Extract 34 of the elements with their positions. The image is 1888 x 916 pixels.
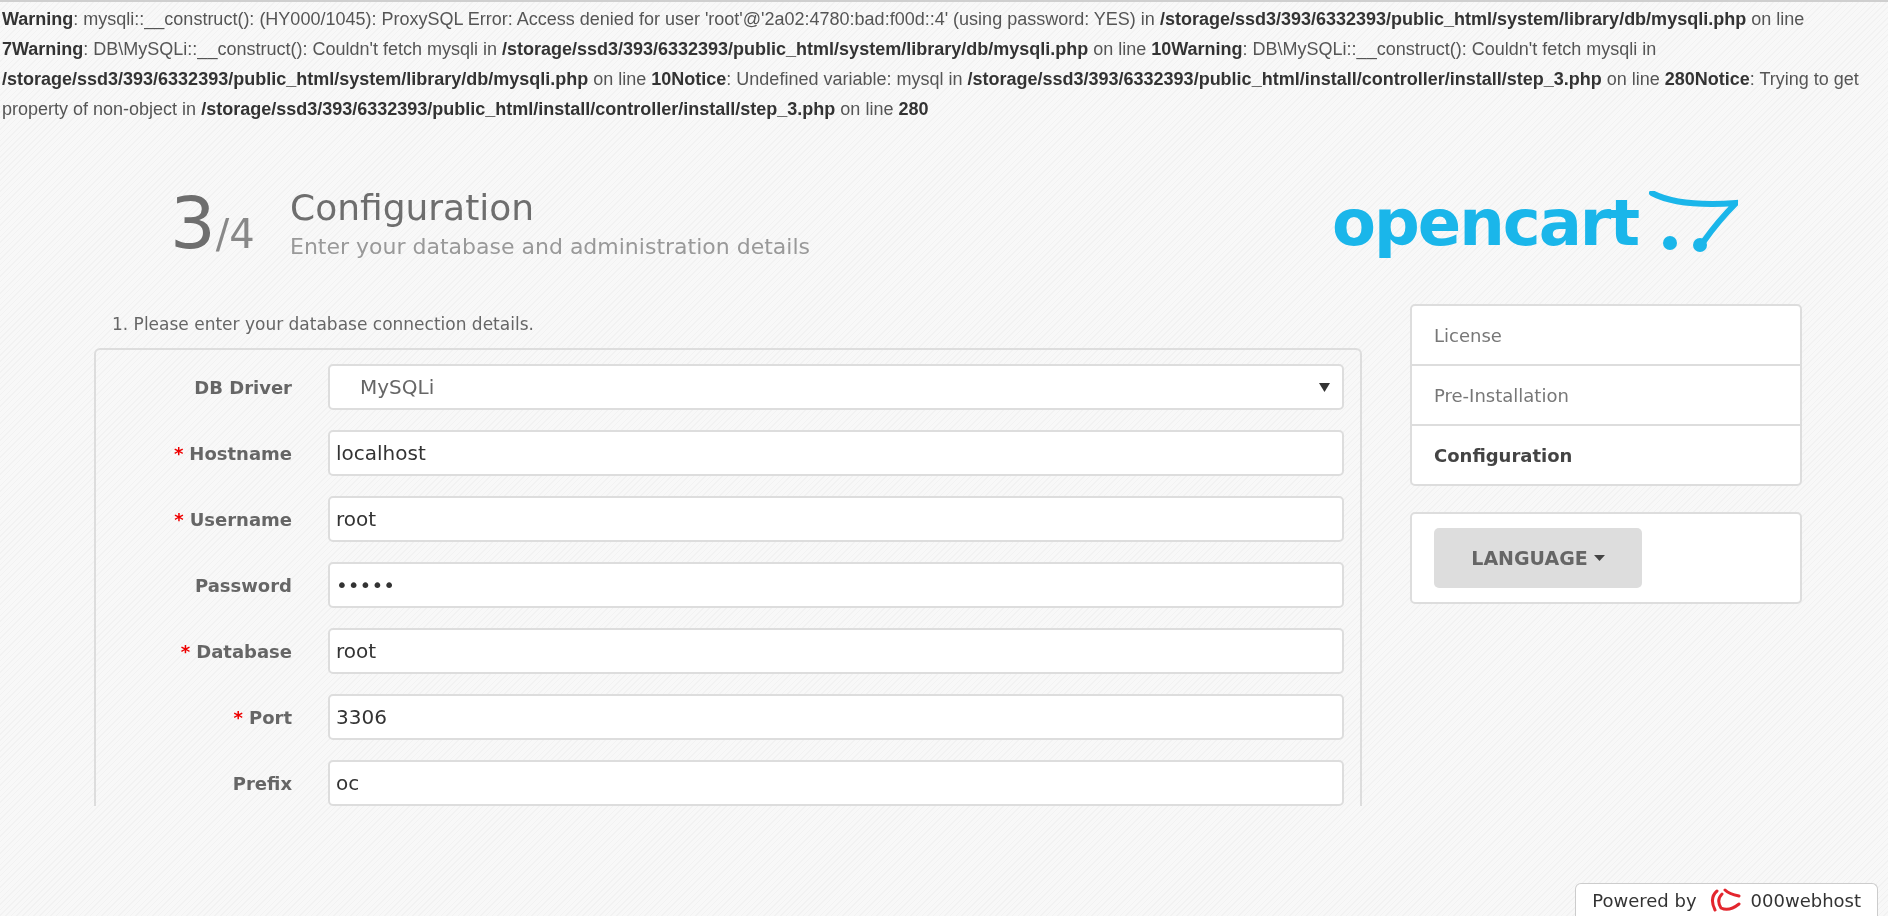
field-label: Password [194, 574, 292, 596]
language-button[interactable]: LANGUAGE [1434, 528, 1642, 588]
step-link[interactable]: Configuration [1412, 424, 1800, 484]
text-input[interactable]: localhost [328, 430, 1344, 476]
text-input[interactable]: ••••• [328, 562, 1344, 608]
required-mark: * [233, 706, 243, 728]
caret-icon [1319, 382, 1330, 392]
page-subtitle: Enter your database and administration details [290, 234, 810, 259]
brand-name: 000webhost [1750, 889, 1861, 911]
text-input[interactable]: root [328, 628, 1344, 674]
section-heading: 1. Please enter your database connection details. [112, 314, 535, 334]
field-label: Hostname [189, 442, 292, 464]
step-link[interactable]: License [1412, 306, 1800, 364]
required-mark: * [180, 640, 191, 662]
text-input[interactable]: 3306 [328, 694, 1344, 740]
powered-by-badge[interactable]: Powered by 000webhost [1575, 883, 1878, 916]
step-number: 3 [170, 187, 216, 259]
field-label: DB Driver [194, 376, 292, 398]
cart-icon [1648, 191, 1738, 253]
field-label: Port [248, 706, 292, 728]
error-message: Warning: mysqli::__construct(): (HY000/1045): ProxySQL Error: Access denied for user 'root'@'2a02:4780:bad:f00d::4' (using password: YES) in /storage/ssd3/393/6332393/public_html/system/library/db/mysqli.php on line 7Warning: DB\MySQLi::__construct(): Couldn't fetch mysqli in /storage/ssd3/393/6332393/public_html/system/library/db/mysqli.php on line 10Warning: DB\MySQLi::__construct(): Couldn't fetch mysqli in /storage/ssd3/393/6332393/public_html/system/library/db/mysqli.php on line 10Notice: Undefined variable: mysql in /storage/ssd3/393/6332393/public_html/install/controller/install/step_3.php on line 280Notice: Trying to get property of non-object in /storage/ssd3/393/6332393/public_html/install/controller/install/step_3.php on line 280 [2, 8, 1860, 121]
field-label: Database [196, 640, 292, 662]
page-title: Configuration [290, 187, 536, 228]
step-total: /4 [215, 211, 255, 257]
step-link[interactable]: Pre-Installation [1412, 364, 1800, 424]
field-label: Prefix [232, 772, 292, 794]
required-mark: * [174, 508, 184, 530]
text-input[interactable]: oc [328, 760, 1344, 806]
text-input[interactable]: root [328, 496, 1344, 542]
badge-text: Powered by [1592, 889, 1697, 911]
db-driver-select[interactable]: MySQLi [328, 364, 1344, 410]
required-mark: * [173, 442, 184, 464]
field-label: Username [189, 508, 292, 530]
caret-icon [1593, 555, 1605, 561]
